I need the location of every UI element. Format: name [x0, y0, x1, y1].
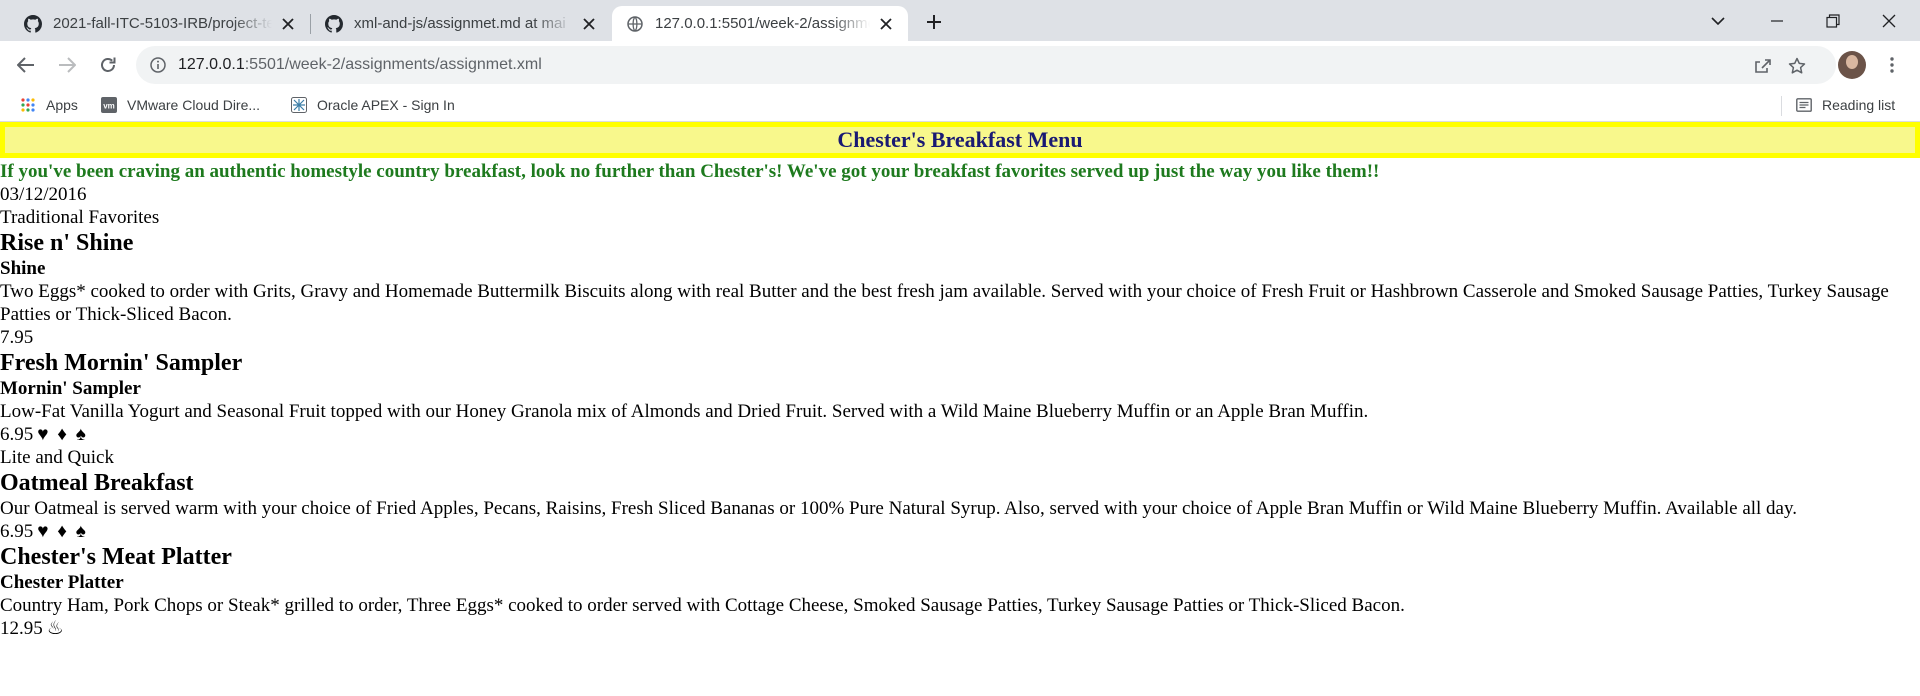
item-price: 6.95 [0, 521, 34, 542]
tab-assignment-xml[interactable]: 127.0.0.1:5501/week-2/assignme [612, 6, 908, 41]
item-price: 12.95 [0, 618, 43, 639]
bookmark-apps[interactable]: Apps [20, 89, 78, 121]
bookmark-label: Apps [46, 97, 78, 113]
item-symbols: ♨ [46, 618, 66, 639]
info-icon[interactable] [149, 56, 167, 74]
close-icon[interactable] [278, 14, 298, 34]
item-short-name: Chester Platter [0, 572, 124, 593]
reload-button[interactable] [94, 51, 122, 79]
tab-project[interactable]: 2021-fall-ITC-5103-IRB/project-te [10, 6, 310, 41]
new-tab-button[interactable] [920, 8, 948, 36]
kebab-menu-icon [1890, 57, 1894, 73]
browser-toolbar: 127.0.0.1:5501/week-2/assignments/assign… [0, 41, 1920, 89]
menu-title: Chester's Breakfast Menu [0, 122, 1920, 158]
item-price-line: 7.95 [0, 326, 1920, 349]
github-icon [24, 14, 42, 33]
url-text: 127.0.0.1:5501/week-2/assignments/assign… [178, 56, 542, 74]
tab-search-button[interactable] [1695, 0, 1741, 41]
chevron-down-icon [1711, 16, 1725, 25]
browser-menu-button[interactable] [1878, 51, 1906, 79]
tab-title: 2021-fall-ITC-5103-IRB/project-te [53, 15, 272, 32]
close-icon[interactable] [579, 14, 599, 34]
tab-title: 127.0.0.1:5501/week-2/assignme [655, 15, 870, 32]
item-description: Low-Fat Vanilla Yogurt and Seasonal Frui… [0, 401, 1369, 422]
menu-date: 03/12/2016 [0, 184, 87, 205]
restore-button[interactable] [1810, 0, 1856, 41]
section-category: Traditional Favorites [0, 207, 160, 228]
item-name: Fresh Mornin' Sampler [0, 350, 243, 376]
item-name: Rise n' Shine [0, 230, 134, 256]
oracle-apex-icon [291, 97, 307, 113]
reading-list-button[interactable]: Reading list [1796, 89, 1895, 121]
bookmarks-bar: Apps vm VMware Cloud Dire... Oracle APEX… [0, 89, 1920, 122]
reading-list-icon [1796, 97, 1812, 113]
item-price-line: 6.95 ♥ ♦ ♠ [0, 423, 1920, 446]
tab-title: xml-and-js/assignmet.md at mai [354, 15, 566, 32]
bookmark-label: VMware Cloud Dire... [127, 97, 261, 113]
svg-text:vm: vm [103, 102, 115, 111]
item-symbols: ♥ ♦ ♠ [37, 424, 88, 445]
minimize-button[interactable] [1754, 0, 1800, 41]
page-viewport: Chester's Breakfast Menu If you've been … [0, 122, 1920, 695]
restore-icon [1826, 13, 1840, 28]
profile-avatar[interactable] [1838, 51, 1866, 79]
item-symbols: ♥ ♦ ♠ [37, 521, 88, 542]
vmware-icon: vm [101, 97, 117, 113]
item-short-name: Shine [0, 258, 46, 279]
close-icon[interactable] [876, 14, 896, 34]
apps-grid-icon [20, 97, 36, 113]
item-price-line: 12.95 ♨ [0, 617, 1920, 640]
tab-strip: 2021-fall-ITC-5103-IRB/project-te xml-an… [0, 0, 1920, 41]
minimize-icon [1771, 19, 1783, 22]
github-icon [325, 14, 343, 33]
bookmark-label: Oracle APEX - Sign In [317, 97, 455, 113]
close-icon [1882, 14, 1896, 27]
reading-list-label: Reading list [1822, 97, 1896, 113]
bookmark-oracle-apex[interactable]: Oracle APEX - Sign In [291, 89, 455, 121]
back-arrow-icon [17, 57, 34, 73]
forward-arrow-icon [59, 57, 76, 73]
address-bar[interactable]: 127.0.0.1:5501/week-2/assignments/assign… [136, 46, 1836, 84]
item-price: 6.95 [0, 424, 34, 445]
menu-intro: If you've been craving an authentic home… [0, 161, 1380, 182]
item-name: Oatmeal Breakfast [0, 470, 194, 496]
item-short-name: Mornin' Sampler [0, 378, 141, 399]
item-price: 7.95 [0, 327, 34, 348]
bookmarks-divider [1781, 96, 1782, 116]
url-path: :5501/week-2/assignments/assignmet.xml [244, 56, 542, 73]
item-name: Chester's Meat Platter [0, 544, 232, 570]
bookmark-star-icon[interactable] [1786, 55, 1808, 77]
globe-icon [626, 15, 644, 33]
url-host: 127.0.0.1 [178, 56, 245, 73]
tab-assignment-md[interactable]: xml-and-js/assignmet.md at mai [311, 6, 611, 41]
close-window-button[interactable] [1866, 0, 1912, 41]
item-price-line: 6.95 ♥ ♦ ♠ [0, 520, 1920, 543]
item-description: Country Ham, Pork Chops or Steak* grille… [0, 595, 1405, 616]
reload-icon [101, 57, 116, 72]
bookmark-vmware[interactable]: vm VMware Cloud Dire... [101, 89, 260, 121]
forward-button[interactable] [53, 51, 81, 79]
section-category: Lite and Quick [0, 447, 114, 468]
menu-content: If you've been craving an authentic home… [0, 160, 1920, 640]
item-description: Two Eggs* cooked to order with Grits, Gr… [0, 281, 1889, 325]
back-button[interactable] [12, 51, 40, 79]
share-icon[interactable] [1752, 55, 1774, 77]
item-description: Our Oatmeal is served warm with your cho… [0, 498, 1798, 519]
plus-icon [927, 15, 941, 29]
